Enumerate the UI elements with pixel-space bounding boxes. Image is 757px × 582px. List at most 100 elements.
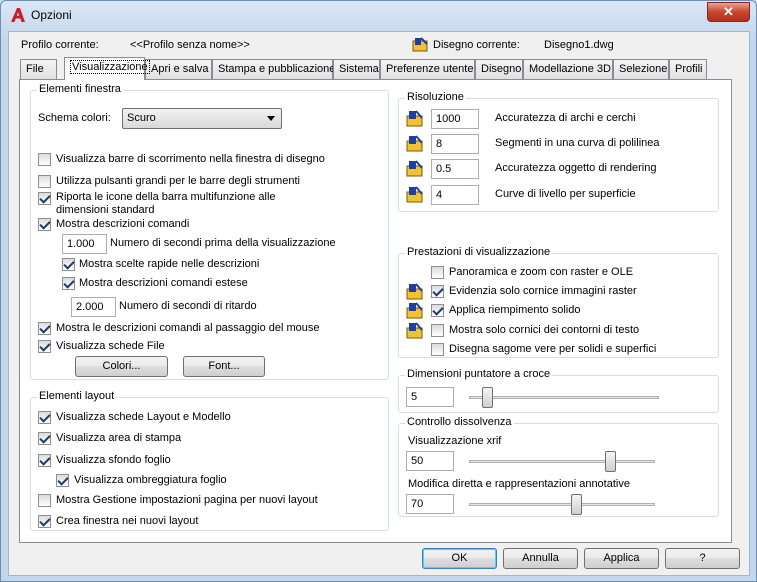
printable-area-checkbox[interactable]	[38, 432, 51, 445]
paper-shadow-label: Visualizza ombreggiatura foglio	[74, 474, 227, 486]
ok-button[interactable]: OK	[422, 548, 497, 569]
color-scheme-select[interactable]: Scuro	[122, 108, 282, 129]
close-button[interactable]: ✕	[707, 2, 750, 22]
current-drawing-value: Disegno1.dwg	[544, 39, 614, 51]
tab-visualizzazione[interactable]: Visualizzazione	[64, 57, 150, 80]
layout-model-tabs-checkbox[interactable]	[38, 411, 51, 424]
visualizzazione-tab-panel: Elementi finestra Schema colori: Scuro V…	[19, 79, 732, 543]
drawing-saved-icon	[406, 302, 423, 319]
printable-area-label: Visualizza area di stampa	[56, 432, 182, 444]
tab-visualizzazione-label: Visualizzazione	[70, 60, 150, 74]
inplace-edit-fade-slider-thumb[interactable]	[571, 494, 582, 515]
paper-background-checkbox[interactable]	[38, 454, 51, 467]
contour-lines-input[interactable]: 4	[431, 185, 479, 205]
tab-apri-e-salva[interactable]: Apri e salva	[145, 59, 212, 79]
ribbon-icons-label-line2: dimensioni standard	[56, 204, 155, 216]
scrollbars-checkbox[interactable]	[38, 153, 51, 166]
ribbon-icons-label: Riporta le icone della barra multifunzio…	[56, 191, 276, 203]
options-dialog-window: Opzioni ✕ Profilo corrente: <<Profilo se…	[0, 0, 757, 582]
paper-shadow-checkbox[interactable]	[56, 474, 69, 487]
polyline-segments-label: Segmenti in una curva di polilinea	[495, 137, 660, 149]
tab-sistema[interactable]: Sistema	[333, 59, 380, 79]
inplace-edit-fade-input[interactable]: 70	[406, 494, 454, 514]
layout-elements-group: Elementi layout Visualizza schede Layout…	[30, 390, 389, 531]
show-tooltips-label: Mostra descrizioni comandi	[56, 218, 190, 230]
drawing-saved-icon	[406, 160, 423, 177]
fade-control-title: Controllo dissolvenza	[405, 416, 514, 428]
drawing-saved-icon	[406, 135, 423, 152]
highlight-raster-frame-label: Evidenzia solo cornice immagini raster	[449, 285, 637, 297]
large-buttons-checkbox[interactable]	[38, 175, 51, 188]
arc-smoothness-label: Accuratezza di archi e cerchi	[495, 112, 636, 124]
tab-preferenze-utente[interactable]: Preferenze utente	[380, 59, 475, 79]
create-viewport-checkbox[interactable]	[38, 515, 51, 528]
show-extended-tooltips-checkbox[interactable]	[62, 277, 75, 290]
rendering-smoothness-input[interactable]: 0.5	[431, 159, 479, 179]
font-button[interactable]: Font...	[183, 356, 265, 377]
extended-delay-label: Numero di secondi di ritardo	[119, 300, 257, 312]
true-silhouettes-checkbox[interactable]	[431, 343, 444, 356]
tab-disegno[interactable]: Disegno	[475, 59, 523, 79]
drawing-saved-icon	[406, 110, 423, 127]
drawing-saved-icon	[406, 186, 423, 203]
xref-fade-slider-track[interactable]	[469, 460, 655, 463]
arc-smoothness-input[interactable]: 1000	[431, 109, 479, 129]
drawing-saved-icon	[406, 322, 423, 339]
fade-control-group: Controllo dissolvenza Visualizzazione xr…	[398, 416, 719, 517]
show-shortcuts-label: Mostra scelte rapide nelle descrizioni	[79, 258, 260, 270]
current-profile-value: <<Profilo senza nome>>	[130, 39, 250, 51]
cancel-button[interactable]: Annulla	[503, 548, 578, 569]
large-buttons-label: Utilizza pulsanti grandi per le barre de…	[56, 175, 300, 187]
highlight-raster-frame-checkbox[interactable]	[431, 285, 444, 298]
display-performance-group: Prestazioni di visualizzazione Panoramic…	[398, 246, 719, 358]
xref-fade-slider-thumb[interactable]	[605, 451, 616, 472]
layout-model-tabs-label: Visualizza schede Layout e Modello	[56, 411, 231, 423]
text-boundary-checkbox[interactable]	[431, 324, 444, 337]
crosshair-slider-thumb[interactable]	[482, 387, 494, 408]
show-shortcuts-checkbox[interactable]	[62, 258, 75, 271]
create-viewport-label: Crea finestra nei nuovi layout	[56, 515, 199, 527]
solid-fill-checkbox[interactable]	[431, 304, 444, 317]
resolution-title: Risoluzione	[405, 91, 466, 103]
true-silhouettes-label: Disegna sagome vere per solidi e superfi…	[449, 343, 657, 355]
crosshair-size-title: Dimensioni puntatore a croce	[405, 368, 553, 380]
file-tabs-label: Visualizza schede File	[56, 340, 165, 352]
tab-stampa-e-pubblicazione[interactable]: Stampa e pubblicazione	[212, 59, 335, 79]
chevron-down-icon	[267, 116, 275, 121]
current-profile-label: Profilo corrente:	[21, 39, 99, 51]
inplace-edit-fade-label: Modifica diretta e rappresentazioni anno…	[408, 478, 630, 490]
tab-profili[interactable]: Profili	[669, 59, 707, 79]
drawing-saved-icon	[406, 283, 423, 300]
tab-modellazione-3d[interactable]: Modellazione 3D	[523, 59, 613, 79]
page-setup-manager-checkbox[interactable]	[38, 494, 51, 507]
layout-elements-title: Elementi layout	[37, 390, 117, 402]
rollover-tooltips-checkbox[interactable]	[38, 322, 51, 335]
tab-selezione[interactable]: Selezione	[613, 59, 669, 79]
contour-lines-label: Curve di livello per superficie	[495, 188, 636, 200]
colors-button[interactable]: Colori...	[75, 356, 168, 377]
resolution-group: Risoluzione 1000 Accuratezza di archi e …	[398, 91, 719, 212]
pan-zoom-raster-checkbox[interactable]	[431, 266, 444, 279]
polyline-segments-input[interactable]: 8	[431, 134, 479, 154]
apply-button[interactable]: Applica	[584, 548, 659, 569]
crosshair-size-group: Dimensioni puntatore a croce 5	[398, 368, 719, 413]
title-bar[interactable]: Opzioni ✕	[1, 1, 756, 31]
help-button[interactable]: ?	[665, 548, 740, 569]
crosshair-slider-track[interactable]	[469, 396, 659, 399]
crosshair-size-input[interactable]: 5	[406, 387, 454, 407]
autocad-logo-icon	[11, 8, 25, 22]
show-tooltips-checkbox[interactable]	[38, 218, 51, 231]
tab-file[interactable]: File	[20, 59, 57, 79]
scrollbars-label: Visualizza barre di scorrimento nella fi…	[56, 153, 325, 165]
pan-zoom-raster-label: Panoramica e zoom con raster e OLE	[449, 266, 634, 278]
extended-delay-input[interactable]: 2.000	[71, 297, 116, 317]
window-elements-group: Elementi finestra Schema colori: Scuro V…	[30, 83, 389, 380]
inplace-edit-fade-slider-track[interactable]	[469, 503, 655, 506]
solid-fill-label: Applica riempimento solido	[449, 304, 581, 316]
xref-fade-input[interactable]: 50	[406, 451, 454, 471]
ribbon-icons-checkbox[interactable]	[38, 192, 51, 205]
rendering-smoothness-label: Accuratezza oggetto di rendering	[495, 162, 657, 174]
file-tabs-checkbox[interactable]	[38, 340, 51, 353]
paper-background-label: Visualizza sfondo foglio	[56, 454, 171, 466]
tooltip-delay-input[interactable]: 1.000	[62, 234, 107, 254]
